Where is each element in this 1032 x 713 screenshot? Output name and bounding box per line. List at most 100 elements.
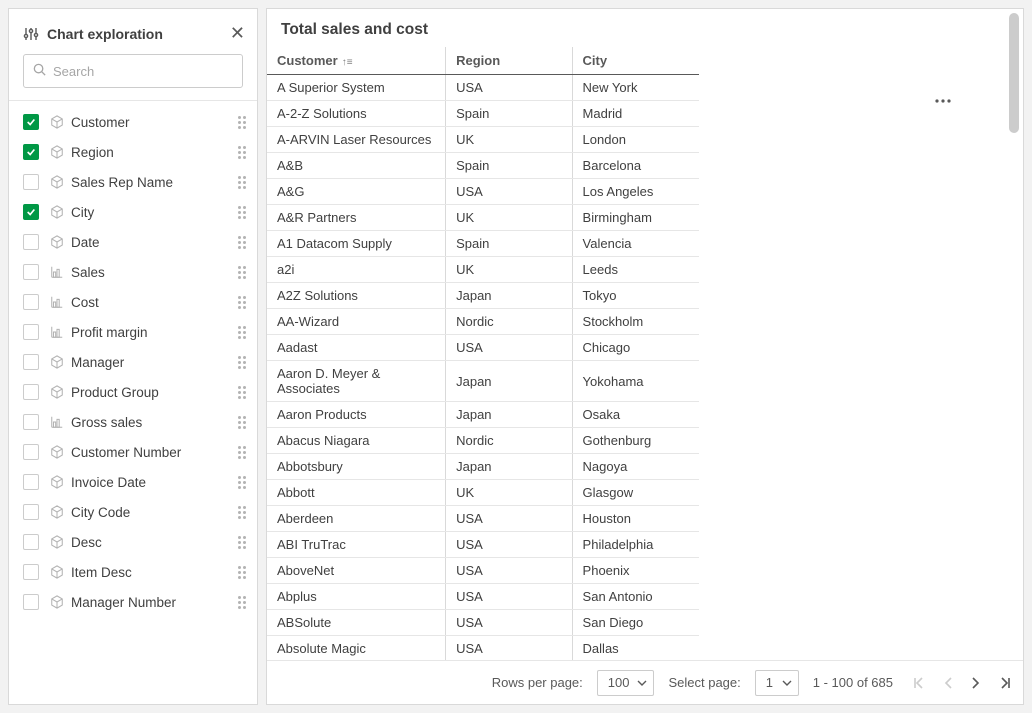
cell-region: USA: [446, 558, 572, 584]
column-header[interactable]: Region: [446, 47, 572, 75]
field-checkbox[interactable]: [23, 114, 39, 130]
field-row[interactable]: Gross sales: [17, 407, 251, 437]
table-row[interactable]: Aaron D. Meyer & AssociatesJapanYokohama: [267, 361, 699, 402]
table-row[interactable]: a2iUKLeeds: [267, 257, 699, 283]
column-header[interactable]: Customer↑≡: [267, 47, 446, 75]
field-row[interactable]: Manager Number: [17, 587, 251, 617]
cell-city: Tokyo: [573, 283, 699, 309]
field-checkbox[interactable]: [23, 324, 39, 340]
table-row[interactable]: Aaron ProductsJapanOsaka: [267, 402, 699, 428]
field-row[interactable]: Customer: [17, 107, 251, 137]
table-row[interactable]: A1 Datacom SupplySpainValencia: [267, 231, 699, 257]
table-row[interactable]: A Superior SystemUSANew York: [267, 75, 699, 101]
field-checkbox[interactable]: [23, 504, 39, 520]
drag-handle-icon[interactable]: [235, 176, 249, 189]
field-checkbox[interactable]: [23, 414, 39, 430]
chevron-down-icon: [782, 680, 792, 686]
rows-per-page-label: Rows per page:: [492, 675, 583, 690]
field-row[interactable]: Sales: [17, 257, 251, 287]
field-checkbox[interactable]: [23, 594, 39, 610]
dimension-icon: [49, 595, 65, 609]
field-checkbox[interactable]: [23, 564, 39, 580]
drag-handle-icon[interactable]: [235, 596, 249, 609]
table-row[interactable]: Abacus NiagaraNordicGothenburg: [267, 428, 699, 454]
first-page-button[interactable]: [913, 677, 925, 689]
drag-handle-icon[interactable]: [235, 146, 249, 159]
drag-handle-icon[interactable]: [235, 116, 249, 129]
cell-region: UK: [446, 205, 572, 231]
drag-handle-icon[interactable]: [235, 566, 249, 579]
field-checkbox[interactable]: [23, 444, 39, 460]
field-row[interactable]: Cost: [17, 287, 251, 317]
field-row[interactable]: Region: [17, 137, 251, 167]
field-row[interactable]: Desc: [17, 527, 251, 557]
table-row[interactable]: A-ARVIN Laser ResourcesUKLondon: [267, 127, 699, 153]
cell-city: Birmingham: [573, 205, 699, 231]
field-checkbox[interactable]: [23, 174, 39, 190]
drag-handle-icon[interactable]: [235, 476, 249, 489]
table-row[interactable]: AbbottUKGlasgow: [267, 480, 699, 506]
table-row[interactable]: A&GUSALos Angeles: [267, 179, 699, 205]
chart-exploration-panel: Chart exploration ✕ CustomerRegionSales …: [8, 8, 258, 705]
cell-customer: A2Z Solutions: [267, 283, 446, 309]
field-checkbox[interactable]: [23, 534, 39, 550]
table-row[interactable]: A&BSpainBarcelona: [267, 153, 699, 179]
table-row[interactable]: AadastUSAChicago: [267, 335, 699, 361]
drag-handle-icon[interactable]: [235, 536, 249, 549]
scrollbar-thumb[interactable]: [1009, 13, 1019, 133]
field-row[interactable]: Profit margin: [17, 317, 251, 347]
drag-handle-icon[interactable]: [235, 386, 249, 399]
table-row[interactable]: Absolute MagicUSADallas: [267, 636, 699, 661]
select-page-select[interactable]: 1: [755, 670, 799, 696]
field-checkbox[interactable]: [23, 144, 39, 160]
table-row[interactable]: AboveNetUSAPhoenix: [267, 558, 699, 584]
last-page-button[interactable]: [999, 677, 1011, 689]
drag-handle-icon[interactable]: [235, 506, 249, 519]
field-row[interactable]: City: [17, 197, 251, 227]
field-row[interactable]: Product Group: [17, 377, 251, 407]
field-row[interactable]: Sales Rep Name: [17, 167, 251, 197]
field-checkbox[interactable]: [23, 474, 39, 490]
field-row[interactable]: Customer Number: [17, 437, 251, 467]
table-row[interactable]: A&R PartnersUKBirmingham: [267, 205, 699, 231]
field-checkbox[interactable]: [23, 294, 39, 310]
scrollbar-track[interactable]: [1009, 13, 1019, 656]
table-row[interactable]: ABI TruTracUSAPhiladelphia: [267, 532, 699, 558]
drag-handle-icon[interactable]: [235, 446, 249, 459]
close-icon[interactable]: ✕: [230, 23, 245, 44]
search-box[interactable]: [23, 54, 243, 88]
field-row[interactable]: City Code: [17, 497, 251, 527]
next-page-button[interactable]: [971, 677, 981, 689]
field-row[interactable]: Item Desc: [17, 557, 251, 587]
sidebar-header: Chart exploration ✕: [9, 9, 257, 54]
drag-handle-icon[interactable]: [235, 416, 249, 429]
table-row[interactable]: A-2-Z SolutionsSpainMadrid: [267, 101, 699, 127]
field-checkbox[interactable]: [23, 264, 39, 280]
field-checkbox[interactable]: [23, 384, 39, 400]
drag-handle-icon[interactable]: [235, 326, 249, 339]
drag-handle-icon[interactable]: [235, 296, 249, 309]
field-checkbox[interactable]: [23, 234, 39, 250]
search-input[interactable]: [53, 64, 234, 79]
field-row[interactable]: Date: [17, 227, 251, 257]
field-checkbox[interactable]: [23, 354, 39, 370]
cell-customer: Absolute Magic: [267, 636, 446, 661]
rows-per-page-select[interactable]: 100: [597, 670, 655, 696]
drag-handle-icon[interactable]: [235, 206, 249, 219]
field-row[interactable]: Manager: [17, 347, 251, 377]
dimension-icon: [49, 115, 65, 129]
field-checkbox[interactable]: [23, 204, 39, 220]
drag-handle-icon[interactable]: [235, 236, 249, 249]
table-row[interactable]: A2Z SolutionsJapanTokyo: [267, 283, 699, 309]
table-row[interactable]: AA-WizardNordicStockholm: [267, 309, 699, 335]
prev-page-button[interactable]: [943, 677, 953, 689]
column-header[interactable]: City: [573, 47, 699, 75]
table-row[interactable]: ABSoluteUSASan Diego: [267, 610, 699, 636]
drag-handle-icon[interactable]: [235, 266, 249, 279]
table-row[interactable]: AbplusUSASan Antonio: [267, 584, 699, 610]
table-row[interactable]: AberdeenUSAHouston: [267, 506, 699, 532]
drag-handle-icon[interactable]: [235, 356, 249, 369]
field-row[interactable]: Invoice Date: [17, 467, 251, 497]
column-menu-icon[interactable]: [935, 99, 951, 103]
table-row[interactable]: AbbotsburyJapanNagoya: [267, 454, 699, 480]
